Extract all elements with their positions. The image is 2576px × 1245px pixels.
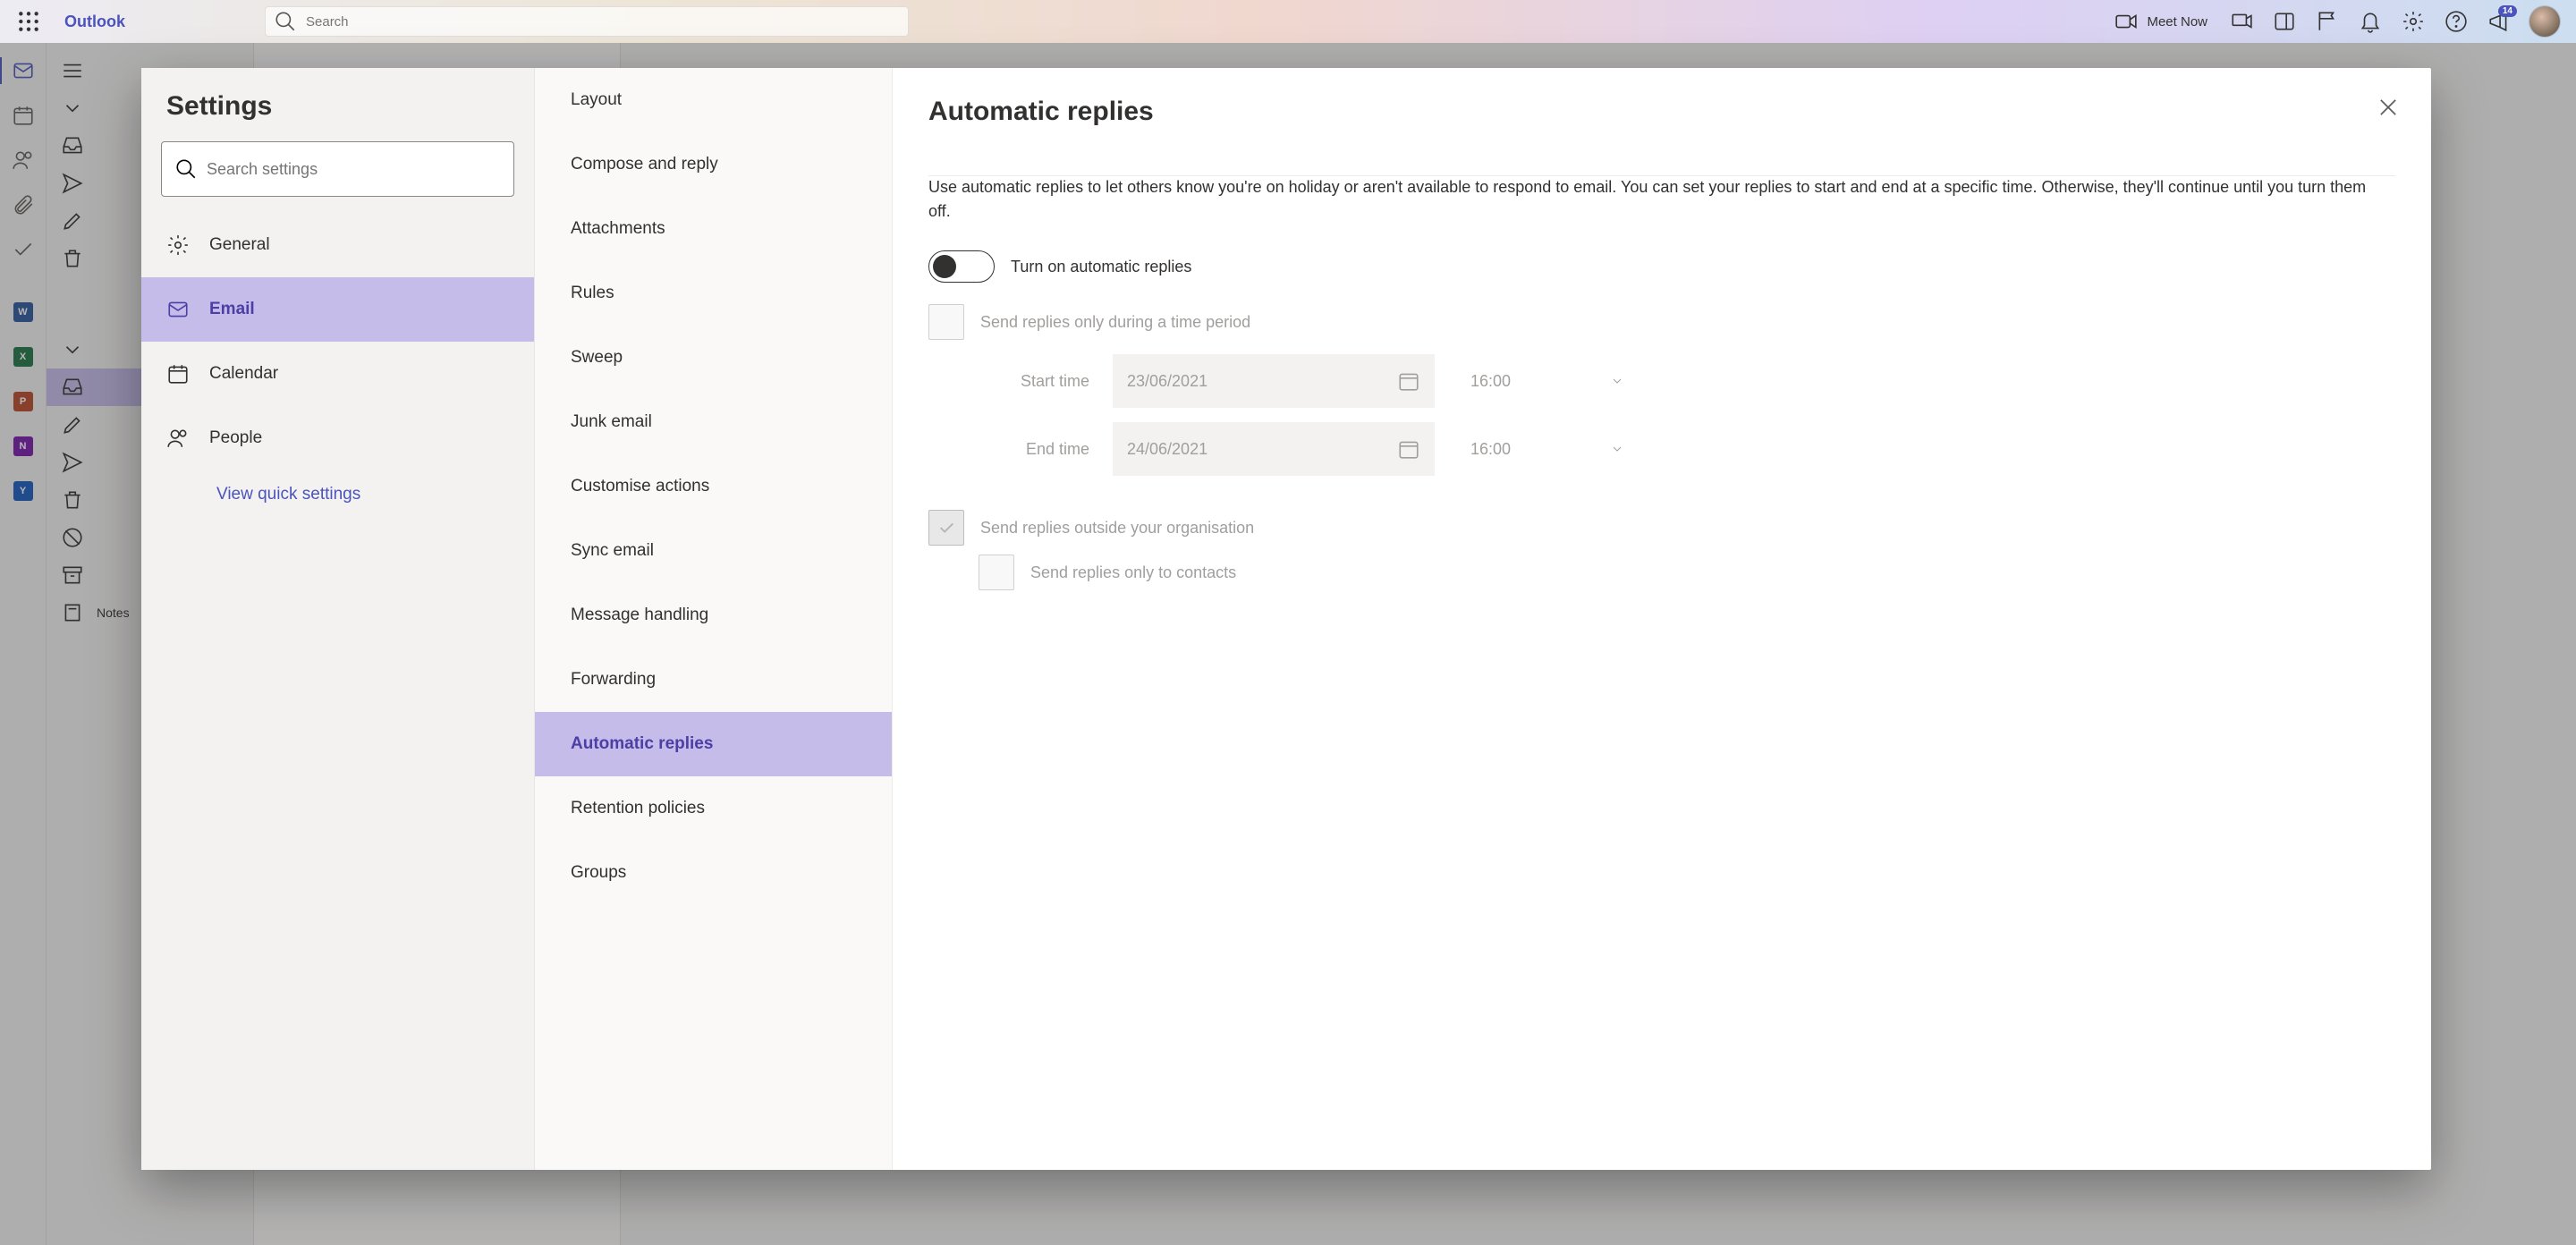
- search-settings[interactable]: [161, 141, 514, 197]
- chevron-down-icon: [1610, 374, 1624, 388]
- pane-description: Use automatic replies to let others know…: [928, 152, 2377, 224]
- end-date-input[interactable]: 24/06/2021: [1113, 422, 1435, 476]
- nav2-groups[interactable]: Groups: [535, 841, 892, 905]
- time-period-label: Send replies only during a time period: [980, 313, 1250, 332]
- search-icon: [274, 10, 297, 33]
- global-search[interactable]: [265, 6, 909, 37]
- nav2-compose[interactable]: Compose and reply: [535, 132, 892, 197]
- my-day-button[interactable]: [2263, 0, 2306, 43]
- nav2-retention[interactable]: Retention policies: [535, 776, 892, 841]
- teams-call-button[interactable]: [2220, 0, 2263, 43]
- nav2-sweep[interactable]: Sweep: [535, 326, 892, 390]
- nav2-layout[interactable]: Layout: [535, 68, 892, 132]
- time-period-checkbox[interactable]: [928, 304, 964, 340]
- nav2-rules[interactable]: Rules: [535, 261, 892, 326]
- settings-dialog: Settings General Email Calendar People V…: [141, 68, 2431, 1170]
- close-icon: [2376, 95, 2401, 120]
- meet-now-label: Meet Now: [2147, 14, 2207, 30]
- contacts-only-label: Send replies only to contacts: [1030, 563, 1236, 582]
- nav2-forwarding[interactable]: Forwarding: [535, 648, 892, 712]
- end-time-select[interactable]: 16:00: [1458, 422, 1637, 476]
- ribbon-icon: [2316, 10, 2339, 33]
- nav2-customise[interactable]: Customise actions: [535, 454, 892, 519]
- search-input[interactable]: [306, 14, 900, 30]
- chevron-down-icon: [1610, 442, 1624, 456]
- nav1-email[interactable]: Email: [141, 277, 534, 342]
- end-time-label: End time: [928, 440, 1089, 459]
- settings-nav-secondary: Layout Compose and reply Attachments Rul…: [535, 68, 893, 1170]
- notifications-button[interactable]: [2349, 0, 2392, 43]
- account-avatar[interactable]: [2529, 6, 2560, 37]
- contacts-only-checkbox[interactable]: [979, 555, 1014, 590]
- nav2-junk[interactable]: Junk email: [535, 390, 892, 454]
- nav1-calendar[interactable]: Calendar: [141, 342, 534, 406]
- whats-new-button[interactable]: 14: [2478, 0, 2521, 43]
- nav2-automatic-replies[interactable]: Automatic replies: [535, 712, 892, 776]
- toggle-label: Turn on automatic replies: [1011, 258, 1191, 276]
- divider: [928, 175, 2395, 176]
- settings-main-pane: Automatic replies Use automatic replies …: [893, 68, 2431, 1170]
- outside-org-checkbox[interactable]: [928, 510, 964, 546]
- close-button[interactable]: [2376, 95, 2401, 124]
- time-period-grid: Start time 23/06/2021 16:00 End time 24/…: [928, 354, 2395, 476]
- settings-title: Settings: [141, 86, 534, 141]
- gear-icon: [2402, 10, 2425, 33]
- panel-icon: [2273, 10, 2296, 33]
- start-time-label: Start time: [928, 372, 1089, 391]
- mail-icon: [166, 298, 190, 321]
- search-icon: [174, 157, 198, 181]
- calendar-icon: [1397, 369, 1420, 393]
- meet-now-button[interactable]: Meet Now: [2102, 10, 2220, 33]
- tips-button[interactable]: [2306, 0, 2349, 43]
- nav2-attachments[interactable]: Attachments: [535, 197, 892, 261]
- help-button[interactable]: [2435, 0, 2478, 43]
- checkmark-icon: [936, 518, 956, 538]
- calendar-icon: [166, 362, 190, 385]
- outside-org-label: Send replies outside your organisation: [980, 519, 1254, 538]
- nav2-sync[interactable]: Sync email: [535, 519, 892, 583]
- app-header: Outlook Meet Now 14: [0, 0, 2576, 43]
- auto-replies-toggle[interactable]: [928, 250, 995, 283]
- calendar-icon: [1397, 437, 1420, 461]
- settings-button[interactable]: [2392, 0, 2435, 43]
- notif-badge: 14: [2498, 5, 2517, 17]
- brand-label: Outlook: [50, 13, 140, 31]
- video-icon: [2114, 10, 2138, 33]
- nav1-people[interactable]: People: [141, 406, 534, 470]
- question-icon: [2445, 10, 2468, 33]
- settings-nav-primary: Settings General Email Calendar People V…: [141, 68, 535, 1170]
- people-icon: [166, 427, 190, 450]
- start-time-select[interactable]: 16:00: [1458, 354, 1637, 408]
- view-quick-settings-link[interactable]: View quick settings: [141, 470, 534, 504]
- nav2-handling[interactable]: Message handling: [535, 583, 892, 648]
- waffle-icon: [17, 10, 40, 33]
- app-launcher-button[interactable]: [7, 0, 50, 43]
- bell-icon: [2359, 10, 2382, 33]
- start-date-input[interactable]: 23/06/2021: [1113, 354, 1435, 408]
- pane-heading: Automatic replies: [928, 97, 2395, 127]
- search-settings-input[interactable]: [207, 160, 501, 179]
- teams-icon: [2230, 10, 2253, 33]
- gear-icon: [166, 233, 190, 257]
- nav1-general[interactable]: General: [141, 213, 534, 277]
